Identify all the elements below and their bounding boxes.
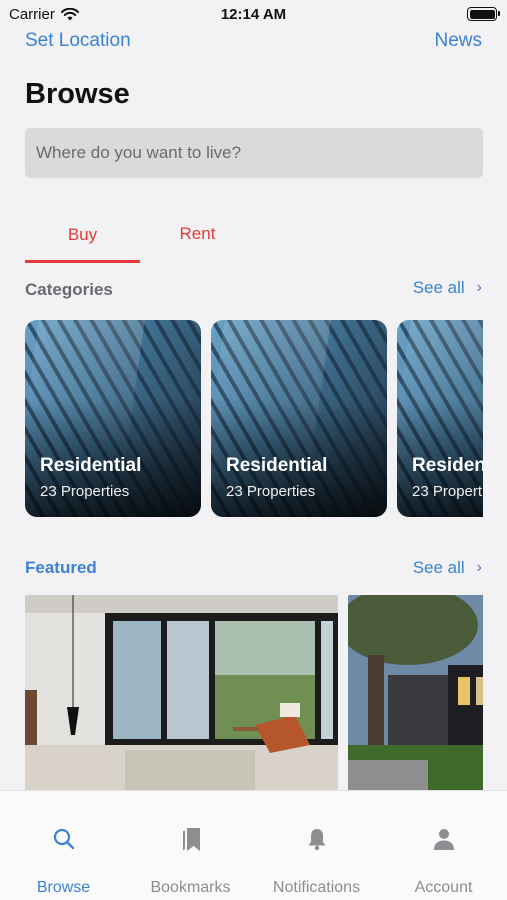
category-card-subtitle: 23 Properties <box>226 483 316 500</box>
bottom-tab-bar: Browse Bookmarks Notifications Account <box>0 790 507 900</box>
search-icon <box>0 827 127 851</box>
tabbar-item-account[interactable]: Account <box>380 791 507 900</box>
tab-buy[interactable]: Buy <box>25 205 140 263</box>
chevron-right-icon: › <box>476 279 482 296</box>
status-bar: Carrier 12:14 AM <box>0 0 507 30</box>
tabbar-item-browse[interactable]: Browse <box>0 791 127 900</box>
set-location-link[interactable]: Set Location <box>25 30 131 52</box>
tabbar-item-notifications[interactable]: Notifications <box>253 791 380 900</box>
person-icon <box>380 827 507 851</box>
category-card-subtitle: 23 Properties <box>412 483 483 500</box>
battery-icon <box>467 7 500 21</box>
tabbar-label: Account <box>414 879 473 896</box>
news-link[interactable]: News <box>434 30 482 52</box>
category-card-title: Residential <box>226 455 328 476</box>
category-card-title: Residential <box>412 455 483 476</box>
search-input[interactable] <box>25 128 483 178</box>
page-title: Browse <box>25 78 130 110</box>
category-card[interactable]: Residential 23 Properties <box>25 320 201 517</box>
featured-carousel[interactable] <box>25 595 483 790</box>
featured-property-image[interactable] <box>25 595 338 790</box>
featured-see-all-button[interactable]: See all › <box>413 558 482 578</box>
featured-heading: Featured <box>25 558 97 577</box>
bell-icon <box>253 827 380 851</box>
chevron-right-icon: › <box>476 559 482 576</box>
interior-photo <box>25 595 338 790</box>
see-all-label: See all <box>412 558 465 577</box>
categories-heading: Categories <box>25 280 113 299</box>
bookmarks-icon <box>127 827 254 853</box>
category-card-subtitle: 23 Properties <box>40 483 130 500</box>
segment-tabs: Buy Rent <box>25 205 255 263</box>
category-card[interactable]: Residential 23 Properties <box>211 320 387 517</box>
category-card-title: Residential <box>40 455 142 476</box>
tab-rent[interactable]: Rent <box>140 205 255 263</box>
categories-see-all-button[interactable]: See all › <box>413 278 482 298</box>
exterior-photo <box>348 595 483 790</box>
see-all-label: See all <box>412 278 465 297</box>
featured-property-image[interactable] <box>348 595 483 790</box>
tabbar-item-bookmarks[interactable]: Bookmarks <box>127 791 254 900</box>
categories-carousel[interactable]: Residential 23 Properties Residential 23… <box>25 320 483 517</box>
tabbar-label: Notifications <box>272 879 361 896</box>
status-time: 12:14 AM <box>220 6 287 23</box>
tabbar-label: Browse <box>36 879 91 896</box>
tabbar-label: Bookmarks <box>150 879 231 896</box>
category-card[interactable]: Residential 23 Properties <box>397 320 483 517</box>
